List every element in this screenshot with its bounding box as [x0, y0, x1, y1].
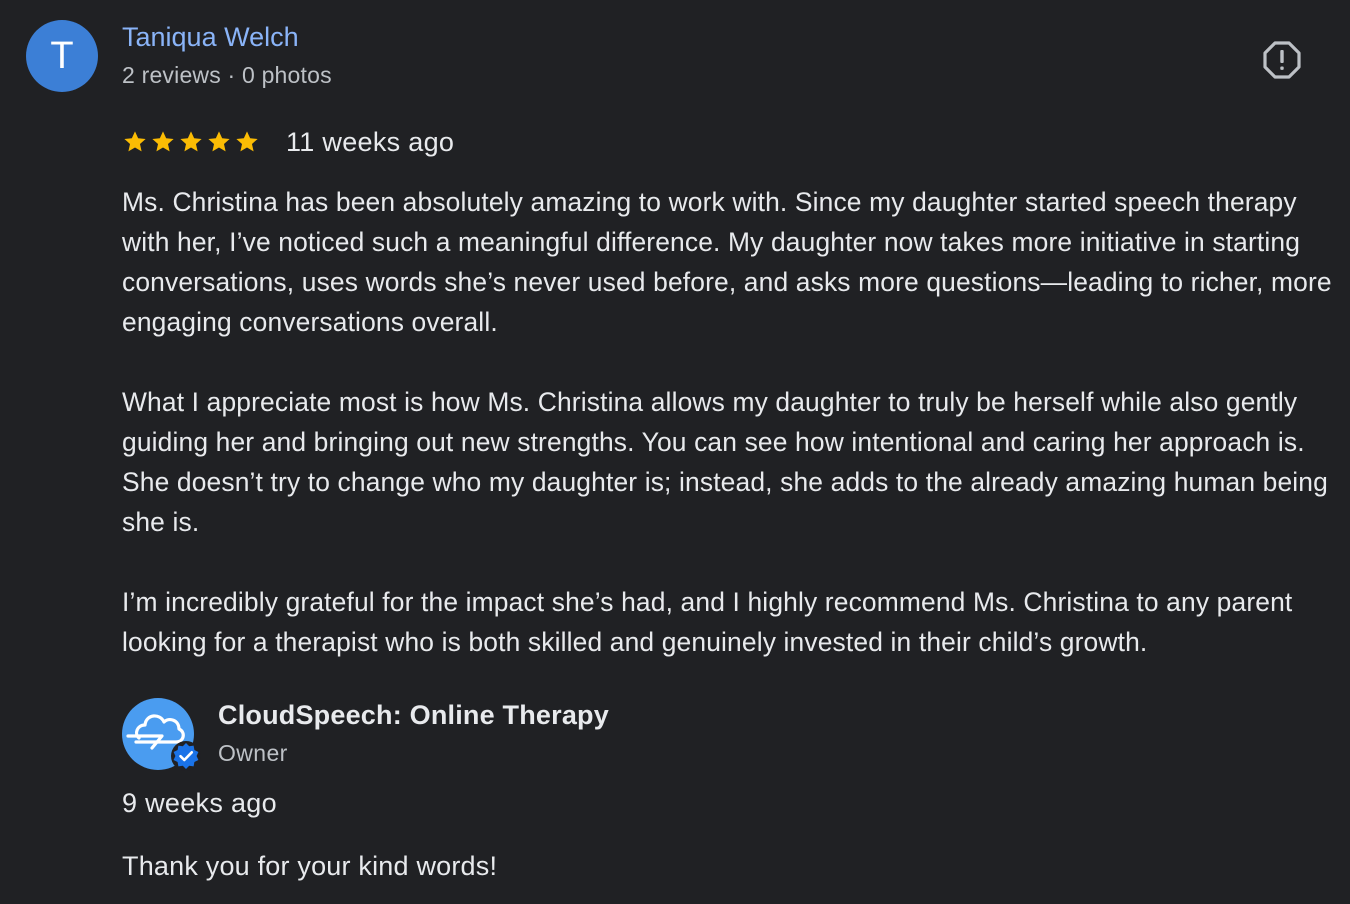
review-time: 11 weeks ago [286, 126, 455, 157]
owner-avatar[interactable] [122, 698, 201, 771]
review-text: Ms. Christina has been absolutely amazin… [122, 182, 1337, 702]
star-icon [208, 131, 230, 152]
reply-time: 9 weeks ago [122, 788, 277, 818]
avatar-letter: T [50, 34, 74, 77]
report-review-button[interactable] [1262, 40, 1302, 80]
review-paragraph: Ms. Christina has been absolutely amazin… [122, 187, 1332, 337]
report-icon [1263, 41, 1301, 79]
owner-name: CloudSpeech: Online Therapy [218, 700, 609, 730]
verified-badge-icon [171, 741, 201, 771]
review-paragraph: I’m incredibly grateful for the impact s… [122, 587, 1293, 657]
reply-text: Thank you for your kind words! [122, 851, 498, 881]
rating-row: 11 weeks ago [122, 124, 454, 160]
star-icon [180, 131, 202, 152]
star-icon [236, 131, 258, 152]
reviewer-name-link[interactable]: Taniqua Welch [122, 22, 299, 53]
reviewer-avatar[interactable]: T [26, 20, 98, 92]
review-paragraph: What I appreciate most is how Ms. Christ… [122, 387, 1328, 537]
owner-role: Owner [218, 740, 288, 766]
star-rating [122, 129, 260, 155]
star-icon [152, 131, 174, 152]
reviewer-meta: 2 reviews · 0 photos [122, 62, 332, 88]
star-icon [124, 131, 146, 152]
